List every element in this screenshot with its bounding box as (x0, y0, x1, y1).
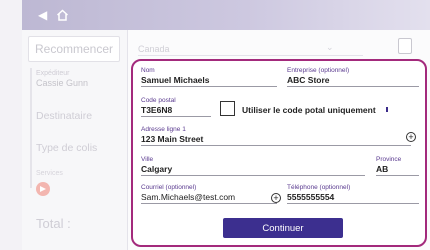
add-phone-icon[interactable]: + (271, 193, 281, 203)
sender-name: Cassie Gunn (36, 78, 89, 88)
phone-underline (287, 203, 419, 204)
company-label: Entreprise (optionnel) (287, 67, 350, 74)
total-label: Total : (36, 216, 71, 231)
address1-field[interactable]: 123 Main Street (141, 134, 203, 144)
email-field[interactable]: Sam.Michaels@test.com (141, 192, 235, 202)
postal-underline (141, 116, 211, 117)
address1-label: Adresse ligne 1 (141, 126, 186, 133)
step-services[interactable]: Services (36, 170, 63, 177)
city-underline (141, 175, 365, 176)
province-field[interactable]: AB (376, 164, 388, 174)
name-underline (141, 86, 277, 87)
address-book-icon[interactable] (398, 38, 412, 54)
progress-rail (30, 68, 32, 188)
country-underline (138, 55, 363, 56)
company-field[interactable]: ABC Store (287, 75, 330, 85)
sender-heading: Expéditeur (36, 70, 70, 77)
phone-field[interactable]: 5555555554 (287, 192, 334, 202)
company-underline (287, 86, 419, 87)
postal-label: Code postal (141, 97, 176, 104)
country-select[interactable]: Canada (138, 44, 170, 54)
sidebar: Recommencer Expéditeur Cassie Gunn Desti… (22, 30, 127, 250)
province-label: Province (376, 156, 402, 163)
left-edge (0, 0, 22, 250)
step-sender[interactable]: Expéditeur Cassie Gunn (36, 70, 88, 88)
add-address-line-icon[interactable]: + (406, 132, 416, 142)
chevron-down-icon[interactable]: ⌄ (326, 42, 334, 53)
city-field[interactable]: Calgary (141, 164, 172, 174)
services-icon (36, 182, 50, 196)
city-label: Ville (141, 156, 154, 163)
phone-label: Téléphone (optionnel) (287, 184, 351, 191)
postal-only-checkbox[interactable] (220, 101, 235, 116)
home-icon[interactable] (56, 8, 69, 26)
name-label: Nom (141, 67, 155, 74)
step-recipient[interactable]: Destinataire (36, 110, 92, 122)
postal-field[interactable]: T3E6N8 (141, 105, 172, 115)
postal-only-label: Utiliser le code potal uniquement (242, 105, 376, 115)
restart-button[interactable]: Recommencer (28, 36, 120, 62)
continue-button[interactable]: Continuer (223, 218, 343, 238)
step-package-type[interactable]: Type de colis (36, 142, 97, 154)
address1-underline (141, 145, 411, 146)
recipient-form: Nom Samuel Michaels Entreprise (optionne… (131, 59, 427, 247)
name-field[interactable]: Samuel Michaels (141, 75, 210, 85)
back-icon[interactable]: ◀ (38, 8, 47, 22)
province-underline (376, 175, 419, 176)
info-marker (386, 107, 388, 112)
email-label: Courriel (optionnel) (141, 184, 197, 191)
top-bar: ◀ (22, 0, 430, 30)
email-underline (141, 203, 277, 204)
